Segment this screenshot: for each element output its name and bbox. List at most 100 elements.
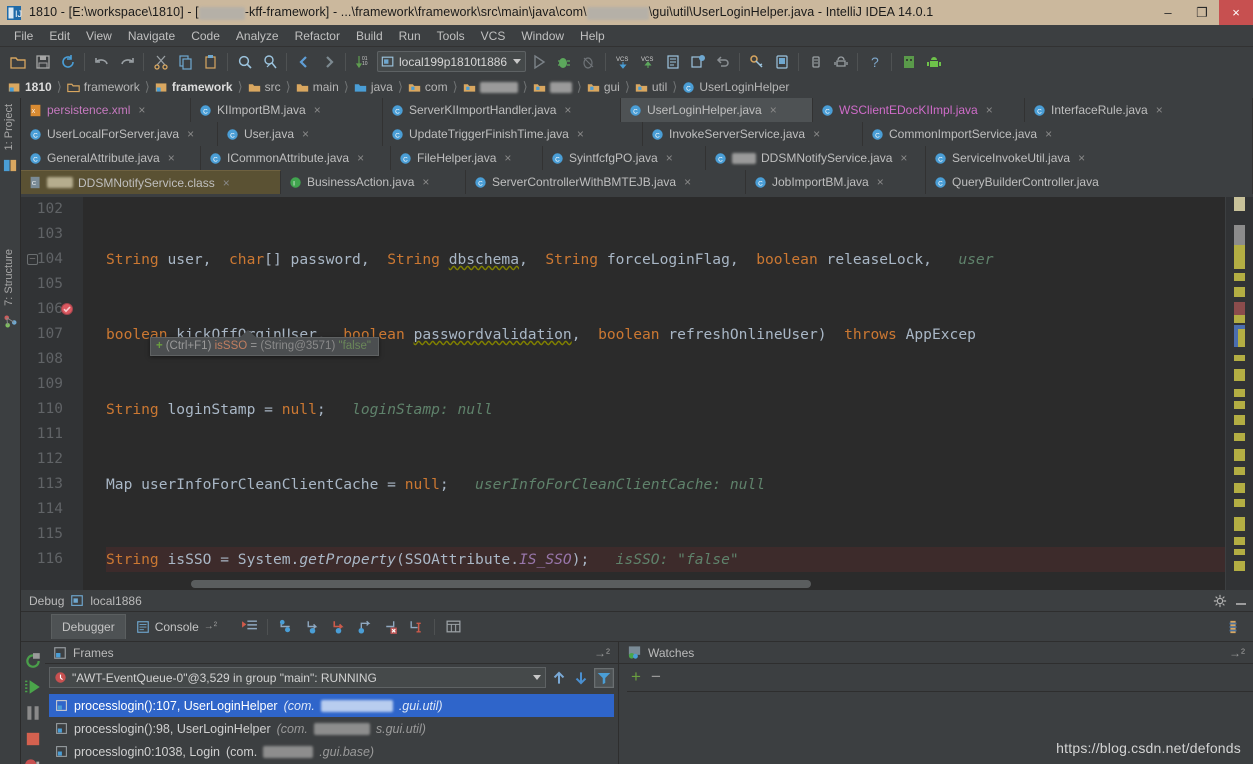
breadcrumb-item-src[interactable]: src (246, 80, 283, 94)
breadcrumb-item-pkg-blurred-2[interactable] (531, 81, 574, 94)
menu-file[interactable]: File (6, 27, 41, 45)
sync-icon[interactable] (55, 50, 80, 74)
coverage-button[interactable] (576, 50, 601, 74)
breadcrumb-item-util[interactable]: util (633, 80, 669, 94)
breadcrumb-item-main[interactable]: main (294, 80, 341, 94)
menu-build[interactable]: Build (348, 27, 391, 45)
tab-kiimportbm-java[interactable]: C KIImportBM.java × (191, 98, 383, 122)
pin-icon[interactable]: →² (1229, 646, 1245, 660)
resume-icon[interactable] (22, 676, 44, 698)
add-watch-button[interactable]: + (631, 668, 641, 685)
menu-window[interactable]: Window (513, 27, 572, 45)
project-structure-icon[interactable] (685, 50, 710, 74)
stop-icon[interactable] (22, 728, 44, 750)
tab-updatetriggerfinishtime-java[interactable]: C UpdateTriggerFinishTime.java × (383, 122, 643, 146)
close-icon[interactable]: × (354, 151, 364, 165)
save-all-icon[interactable] (30, 50, 55, 74)
sidebar-item-project[interactable]: 1: Project (0, 98, 18, 156)
close-icon[interactable]: × (299, 127, 309, 141)
menu-refactor[interactable]: Refactor (287, 27, 348, 45)
settings-icon[interactable] (660, 50, 685, 74)
filter-icon[interactable] (594, 667, 614, 688)
evaluate-expression-icon[interactable] (441, 616, 465, 638)
step-into-icon[interactable] (300, 616, 324, 638)
navigate-forward-icon[interactable] (316, 50, 341, 74)
close-icon[interactable]: × (574, 127, 584, 141)
paste-icon[interactable] (198, 50, 223, 74)
close-icon[interactable]: × (1042, 127, 1052, 141)
frame-row-0[interactable]: processlogin():107, UserLoginHelper (com… (49, 694, 614, 717)
vcs-commit-icon[interactable]: VCS (635, 50, 660, 74)
close-icon[interactable]: × (767, 103, 777, 117)
menu-navigate[interactable]: Navigate (120, 27, 183, 45)
tab-interfacerule-java[interactable]: C InterfaceRule.java × (1025, 98, 1253, 122)
tab-console[interactable]: Console →² (126, 614, 227, 639)
pin-icon[interactable]: →² (204, 621, 217, 632)
breadcrumb-item-pkg-blurred-1[interactable] (461, 81, 520, 94)
search-icon[interactable] (232, 50, 257, 74)
frame-row-2[interactable]: processlogin0:1038, Login (com. .gui.bas… (49, 740, 614, 763)
navigate-back-icon[interactable] (291, 50, 316, 74)
sidebar-item-structure[interactable]: 7: Structure (0, 243, 18, 312)
editor-marker-bar[interactable] (1225, 197, 1253, 590)
breadcrumb-item-framework-module[interactable]: framework (153, 80, 235, 94)
pause-icon[interactable] (22, 702, 44, 724)
breakpoint-icon[interactable] (61, 303, 73, 315)
close-icon[interactable]: × (897, 151, 907, 165)
pin-icon[interactable]: →² (594, 646, 610, 660)
tab-businessaction-java[interactable]: I BusinessAction.java × (281, 170, 466, 194)
close-icon[interactable]: × (501, 151, 511, 165)
avd-manager-icon[interactable] (828, 50, 853, 74)
expand-icon[interactable]: + (156, 340, 163, 352)
close-icon[interactable]: × (184, 127, 194, 141)
show-execution-point-icon[interactable] (237, 616, 261, 638)
menu-analyze[interactable]: Analyze (228, 27, 287, 45)
tab-userlocalforserver-java[interactable]: C UserLocalForServer.java × (21, 122, 218, 146)
run-to-cursor-icon[interactable] (404, 616, 428, 638)
tab-jobimportbm-java[interactable]: C JobImportBM.java × (746, 170, 926, 194)
debug-button[interactable] (551, 50, 576, 74)
breadcrumb-item-class[interactable]: C UserLoginHelper (680, 80, 791, 94)
menu-vcs[interactable]: VCS (473, 27, 514, 45)
menu-tools[interactable]: Tools (429, 27, 473, 45)
close-icon[interactable]: × (1153, 103, 1163, 117)
android-icon[interactable] (921, 50, 946, 74)
tab-user-java[interactable]: C User.java × (218, 122, 383, 146)
close-icon[interactable]: × (810, 127, 820, 141)
breadcrumb-item-com[interactable]: com (406, 80, 450, 94)
cut-icon[interactable] (148, 50, 173, 74)
tab-ddsmnotifyservice-java[interactable]: C DDSMNotifyService.java × (706, 146, 926, 170)
copy-icon[interactable] (173, 50, 198, 74)
tab-commonimportservice-java[interactable]: C CommonImportService.java × (863, 122, 1253, 146)
tab-icommonattribute-java[interactable]: C ICommonAttribute.java × (201, 146, 391, 170)
breadcrumb-item-java[interactable]: java (352, 80, 395, 94)
tab-ddsmnotifyservice-class[interactable]: C DDSMNotifyService.class × (21, 170, 281, 194)
search-replace-icon[interactable] (257, 50, 282, 74)
close-icon[interactable]: × (983, 103, 993, 117)
editor-gutter[interactable]: 102 103 104 105 106 107 108 109 110 111 … (21, 197, 83, 590)
code-content[interactable]: String user, char[] password, String dbs… (106, 197, 1225, 590)
close-icon[interactable]: × (135, 103, 145, 117)
editor-horizontal-scrollbar[interactable] (191, 580, 811, 588)
rerun-icon[interactable] (22, 650, 44, 672)
menu-code[interactable]: Code (183, 27, 228, 45)
chevron-down-icon[interactable] (513, 59, 522, 64)
android-monitor-icon[interactable] (896, 50, 921, 74)
menu-help[interactable]: Help (572, 27, 613, 45)
sdk-manager-icon[interactable] (803, 50, 828, 74)
close-icon[interactable]: × (220, 176, 230, 190)
tab-servercontrollerwithbmtejb-java[interactable]: C ServerControllerWithBMTEJB.java × (466, 170, 746, 194)
close-icon[interactable]: × (419, 175, 429, 189)
tab-querybuildercontroller-java[interactable]: C QueryBuilderController.java (926, 170, 1253, 194)
tab-generalattribute-java[interactable]: C GeneralAttribute.java × (21, 146, 201, 170)
remove-watch-button[interactable]: − (651, 668, 661, 685)
tab-syintfcfgpo-java[interactable]: C SyintfcfgPO.java × (543, 146, 706, 170)
arrow-up-icon[interactable] (550, 669, 568, 687)
step-out-icon[interactable] (352, 616, 376, 638)
minimize-icon[interactable] (1235, 595, 1247, 607)
code-editor[interactable]: 102 103 104 105 106 107 108 109 110 111 … (21, 197, 1253, 590)
drop-frame-icon[interactable] (378, 616, 402, 638)
tab-filehelper-java[interactable]: C FileHelper.java × (391, 146, 543, 170)
close-icon[interactable]: × (663, 151, 673, 165)
force-step-into-icon[interactable] (326, 616, 350, 638)
